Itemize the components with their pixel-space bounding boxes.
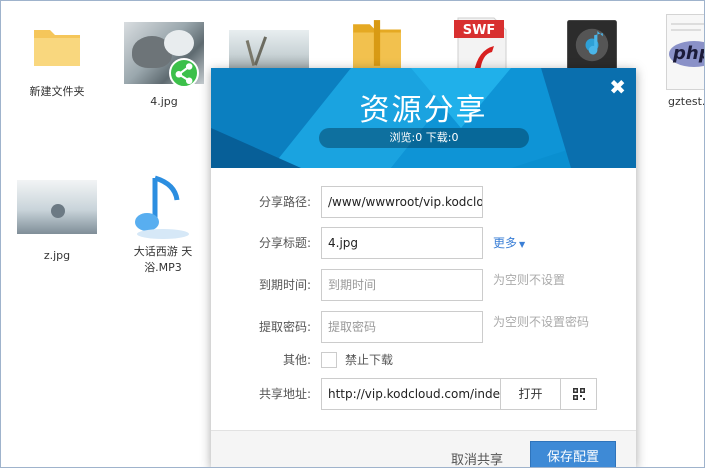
other-row: 其他: 禁止下载: [211, 344, 636, 376]
dialog-title: 资源分享: [359, 93, 488, 128]
image-thumbnail: [17, 180, 97, 234]
zip-icon: [353, 20, 401, 68]
desktop-icon-zjpg[interactable]: z.jpg: [10, 180, 104, 270]
php-file-icon: php: [666, 14, 705, 90]
desktop-icon-php[interactable]: php gztest.: [650, 14, 705, 114]
password-row: 提取密码: 提取密码 为空则不设置密码: [211, 311, 636, 343]
qrcode-button[interactable]: [560, 379, 596, 409]
more-options-link[interactable]: 更多 ▼: [493, 227, 525, 261]
other-label: 其他:: [282, 353, 311, 367]
dialog-stats: 浏览:0 下载:0: [319, 128, 529, 148]
share-badge-icon: [169, 58, 199, 88]
expire-hint: 为空则不设置: [493, 273, 566, 287]
music-note-icon: [135, 175, 189, 239]
dialog-footer: 取消共享 保存配置: [211, 430, 636, 468]
icon-label: gztest.: [668, 95, 705, 108]
icon-label: 新建文件夹: [29, 85, 85, 98]
qrcode-icon: [572, 388, 585, 400]
image-thumbnail: [229, 30, 309, 70]
icon-label: 4.jpg: [150, 95, 178, 108]
share-dialog: 资源分享 浏览:0 下载:0 ✖ 分享路径: /www/wwwroot/vip.…: [211, 68, 636, 468]
more-label: 更多: [493, 236, 518, 250]
expire-input[interactable]: 到期时间: [321, 269, 483, 301]
folder-icon: [34, 30, 80, 66]
cancel-share-button[interactable]: 取消共享: [451, 449, 503, 468]
icon-label: 大话西游 天浴.MP3: [133, 245, 193, 274]
share-path-row: 分享路径: /www/wwwroot/vip.kodcloud.com: [211, 186, 636, 218]
desktop-icon-mp3[interactable]: 大话西游 天浴.MP3: [116, 172, 210, 282]
swf-icon: SWF: [454, 17, 507, 74]
music-file-icon: [567, 20, 617, 70]
share-url-row: 共享地址: http://vip.kodcloud.com/index.php …: [211, 378, 636, 410]
desktop-icon-4jpg[interactable]: 4.jpg: [117, 22, 211, 122]
caret-down-icon: ▼: [519, 240, 526, 249]
share-path-input[interactable]: /www/wwwroot/vip.kodcloud.com: [321, 186, 483, 218]
share-title-label: 分享标题:: [258, 236, 311, 250]
share-title-input[interactable]: 4.jpg: [321, 227, 483, 259]
share-url-group: http://vip.kodcloud.com/index.php 打开: [321, 378, 597, 410]
icon-label: z.jpg: [43, 249, 71, 262]
swf-badge-label: SWF: [463, 23, 496, 38]
password-hint: 为空则不设置密码: [493, 315, 590, 329]
password-label: 提取密码:: [258, 320, 311, 334]
password-input[interactable]: 提取密码: [321, 311, 483, 343]
share-url-label: 共享地址:: [258, 387, 311, 401]
share-path-label: 分享路径:: [258, 195, 311, 209]
close-icon[interactable]: ✖: [609, 77, 626, 97]
dialog-header: 资源分享 浏览:0 下载:0 ✖: [211, 68, 636, 168]
expire-row: 到期时间: 到期时间 为空则不设置: [211, 269, 636, 301]
desktop-icon-new-folder[interactable]: 新建文件夹: [10, 14, 104, 124]
desktop-icon-swf[interactable]: SWF: [432, 14, 526, 74]
share-title-row: 分享标题: 4.jpg 更多 ▼: [211, 227, 636, 259]
no-download-checkbox[interactable]: [321, 352, 337, 368]
expire-label: 到期时间:: [258, 278, 311, 292]
php-badge-label: php: [673, 43, 705, 64]
share-url-input[interactable]: http://vip.kodcloud.com/index.php: [322, 379, 500, 409]
no-download-label: 禁止下载: [345, 353, 394, 367]
save-config-button[interactable]: 保存配置: [530, 441, 616, 468]
open-button[interactable]: 打开: [500, 379, 560, 409]
